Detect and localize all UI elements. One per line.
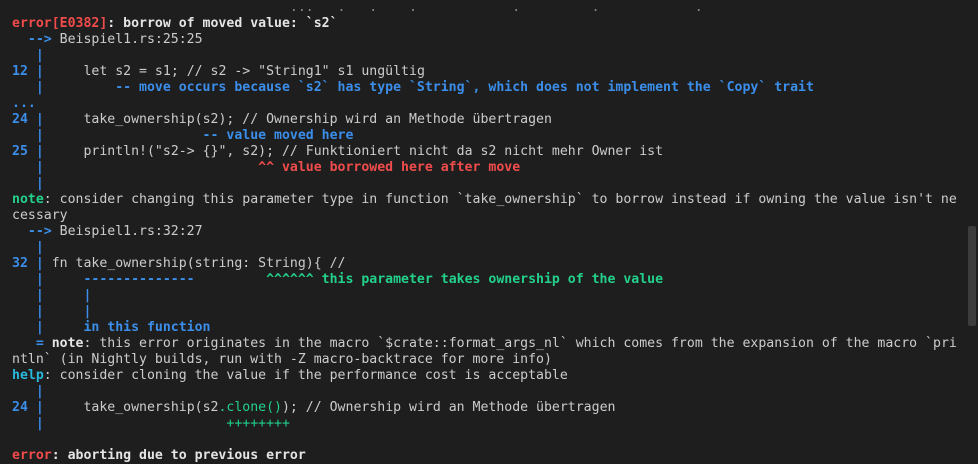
annotation-line: | ++++++++	[12, 416, 290, 431]
file-location: Beispiel1.rs:25:25	[59, 32, 203, 47]
annotation-line: | -------------- ^^^^^^ this parameter t…	[12, 272, 664, 287]
annotation-line: | |	[12, 288, 92, 303]
error-code: error[E0382]	[12, 16, 108, 31]
annotation-text: ^^ value borrowed here after move	[43, 160, 521, 175]
annotation-text: -- move occurs because `s2` has type `St…	[43, 80, 814, 95]
source-code: let s2 = s1; // s2 -> "String1" s1 ungül…	[43, 64, 425, 79]
error-label: error	[12, 448, 52, 463]
line-number: 12	[12, 64, 36, 79]
source-line-25: 25 | println!("s2-> {}", s2); // Funktio…	[12, 144, 664, 159]
source-code: println!("s2-> {}", s2); // Funktioniert…	[43, 144, 664, 159]
annotation-line: | ^^ value borrowed here after move	[12, 160, 521, 175]
previous-output-partial: ... . . . . . .	[12, 0, 719, 15]
annotation-text: ^^^^^^ this parameter takes ownership of…	[266, 272, 664, 287]
note-line: note: consider changing this parameter t…	[12, 192, 972, 208]
help-line: help: consider cloning the value if the …	[12, 368, 972, 384]
note-text: : consider changing this parameter type …	[43, 192, 957, 207]
annotation-line: | -- value moved here	[12, 128, 354, 143]
scrollbar-thumb[interactable]	[968, 226, 976, 326]
source-line-24: 24 | take_ownership(s2); // Ownership wi…	[12, 112, 552, 127]
source-code: fn take_ownership(string: String){ //	[43, 256, 346, 271]
error-heading: error[E0382]: borrow of moved value: `s2…	[12, 16, 972, 32]
help-text: : consider cloning the value if the perf…	[43, 368, 568, 383]
ellipsis: ...	[12, 96, 36, 111]
source-code: take_ownership(s2); // Ownership wird an…	[43, 112, 552, 127]
help-label: help	[12, 368, 44, 383]
location-line: --> Beispiel1.rs:25:25	[12, 32, 203, 47]
error-message: : borrow of moved value: `s2`	[107, 16, 338, 31]
gutter-line: |	[12, 384, 44, 399]
gutter-line: |	[12, 48, 44, 63]
location-line: --> Beispiel1.rs:32:27	[12, 224, 203, 239]
gutter-line: |	[12, 240, 44, 255]
source-line-12: 12 | let s2 = s1; // s2 -> "String1" s1 …	[12, 64, 425, 79]
suggested-insertion: .clone()	[218, 400, 282, 415]
final-error-line: error: aborting due to previous error	[12, 448, 972, 464]
terminal-output: ... . . . . . . error[E0382]: borrow of …	[12, 0, 972, 464]
note-label: note	[12, 192, 44, 207]
insertion-markers: ++++++++	[43, 416, 290, 431]
note-text: : this error originates in the macro `$c…	[83, 336, 957, 351]
annotation-text: in this function	[43, 320, 211, 335]
source-line-32: 32 | fn take_ownership(string: String){ …	[12, 256, 346, 271]
note-line-wrap: cessary	[12, 208, 68, 223]
final-error-text: : aborting due to previous error	[51, 448, 306, 463]
annotation-line: | in this function	[12, 320, 211, 335]
note-label: note	[51, 336, 84, 351]
vertical-scrollbar[interactable]	[966, 0, 978, 450]
annotation-text: -- value moved here	[43, 128, 354, 143]
source-line-24-suggestion: 24 | take_ownership(s2.clone()); // Owne…	[12, 400, 616, 415]
note-line: = note: this error originates in the mac…	[12, 336, 957, 351]
annotation-line: | |	[12, 304, 92, 319]
annotation-line: | -- move occurs because `s2` has type `…	[12, 80, 814, 95]
note-line-wrap: ntln` (in Nightly builds, run with -Z ma…	[12, 352, 552, 367]
gutter-line: |	[12, 176, 44, 191]
file-location: Beispiel1.rs:32:27	[59, 224, 203, 239]
